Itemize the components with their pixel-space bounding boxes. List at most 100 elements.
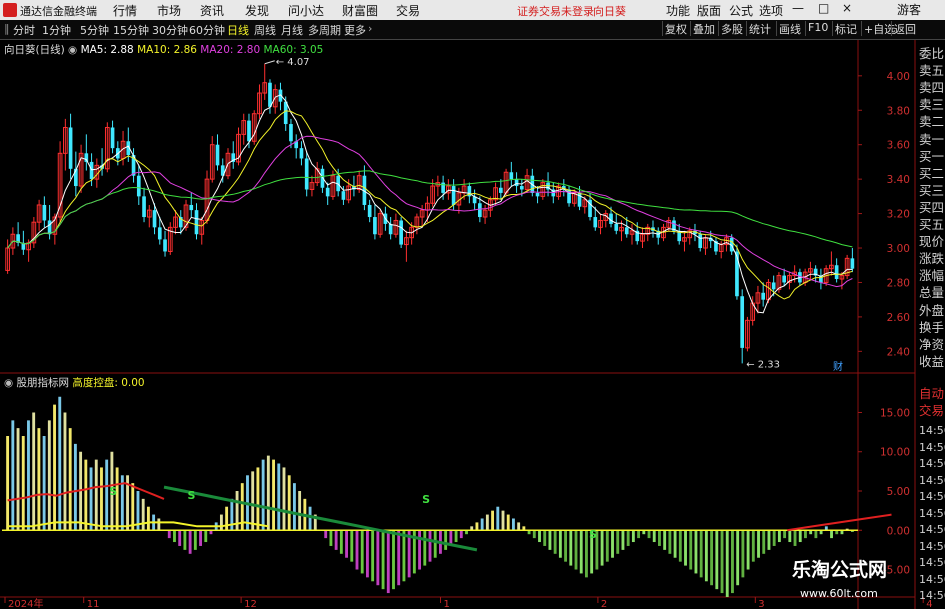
candle-body (157, 227, 162, 240)
quote-label: 卖二 (919, 114, 945, 130)
period-15min[interactable]: 15分钟 (113, 22, 149, 38)
quote-label: 卖一 (919, 131, 945, 147)
close-icon[interactable]: × (842, 1, 852, 15)
trade-time: 14:56 (919, 556, 945, 569)
time-tick-label: 11 (87, 599, 100, 609)
quote-label: 涨幅 (919, 268, 945, 284)
app-title: 通达信金融终端 (20, 5, 97, 18)
menu-item-layout[interactable]: 版面 (697, 2, 721, 19)
candle-body (289, 124, 293, 142)
trade-time: 14:56 (919, 539, 945, 553)
period-multi[interactable]: 多周期 (308, 22, 341, 38)
candle-body (519, 186, 524, 190)
quote-label: 买四 (919, 199, 945, 215)
signal-marker: S (589, 528, 597, 541)
period-60min[interactable]: 60分钟 (189, 22, 225, 38)
quote-label: 买一 (919, 148, 945, 164)
candle-body (152, 210, 157, 228)
guest-label[interactable]: 游客 (897, 1, 921, 18)
candle-body (478, 203, 482, 218)
more-arrow-icon[interactable]: › (368, 22, 372, 35)
candle-body (441, 182, 445, 193)
quote-label: 卖四 (919, 80, 945, 96)
ma5-line (7, 94, 853, 314)
watermark-title: 乐淘公式网 (792, 559, 888, 581)
candle-body (110, 127, 115, 149)
candle-body (399, 220, 403, 245)
price-tick-label: 2.80 (887, 277, 910, 289)
quote-label: 买二 (919, 165, 945, 181)
candle-body (514, 179, 519, 187)
candle-body (189, 204, 194, 211)
maximize-icon[interactable]: □ (818, 1, 829, 15)
candle-body (498, 187, 503, 193)
candle-body (142, 196, 146, 218)
trade-head-label[interactable]: 自动 (919, 385, 945, 402)
candle-body (367, 204, 372, 218)
quote-label: 净资 (919, 336, 945, 352)
cai-marker: 财 (833, 360, 843, 373)
high-pointer (264, 60, 275, 65)
candle-body (451, 186, 456, 205)
time-tick-label: 1 (443, 599, 449, 609)
period-weekly[interactable]: 周线 (254, 22, 276, 38)
period-more[interactable]: 更多 (344, 22, 366, 38)
menu-item-wealth-circle[interactable]: 财富圈 (342, 2, 378, 19)
price-tick-label: 3.60 (887, 140, 910, 152)
multi-stock-button[interactable]: 多股 (718, 21, 745, 36)
candle-body (535, 192, 540, 197)
trade-time: 14:56 (919, 506, 945, 520)
low-label: ← 2.33 (746, 359, 780, 370)
period-monthly[interactable]: 月线 (281, 22, 303, 38)
minimize-icon[interactable]: — (792, 1, 804, 15)
period-1min[interactable]: 1分钟 (42, 22, 71, 38)
login-notice: 证券交易未登录 (517, 5, 594, 18)
candle-body (698, 234, 703, 249)
f10-button[interactable]: F10 (805, 21, 830, 36)
candle-body (89, 161, 94, 180)
period-5min[interactable]: 5分钟 (80, 22, 109, 38)
back-button[interactable]: 返回 (891, 21, 918, 36)
candle-body (782, 275, 787, 283)
indicator-tick-label: 15.00 (880, 407, 910, 419)
menu-item-discover[interactable]: 发现 (245, 2, 269, 19)
stats-button[interactable]: 统计 (746, 21, 773, 36)
toolbar-grip-icon: ‖ (4, 22, 10, 35)
quote-label: 收益 (919, 353, 945, 369)
menu-item-market[interactable]: 市场 (157, 2, 181, 19)
trade-time: 14:56 (919, 523, 945, 536)
candle-body (163, 239, 167, 252)
app-logo-icon (3, 3, 17, 17)
menu-item-formula[interactable]: 公式 (729, 2, 753, 19)
stock-title: 向日葵 (593, 5, 626, 18)
candle-body (194, 210, 199, 235)
menu-item-news[interactable]: 资讯 (200, 2, 224, 19)
trade-time: 14:56 (919, 424, 945, 437)
period-daily[interactable]: 日线 (227, 22, 249, 38)
high-label: ← 4.07 (276, 57, 310, 68)
candle-body (388, 223, 393, 235)
price-tick-label: 2.60 (887, 312, 910, 324)
quote-label: 买三 (919, 182, 945, 198)
candle-body (834, 265, 839, 280)
menu-item-ask[interactable]: 问小达 (288, 2, 324, 19)
draw-button[interactable]: 画线 (776, 21, 803, 36)
menu-item-trade[interactable]: 交易 (396, 2, 420, 19)
menu-item-functions[interactable]: 功能 (666, 2, 690, 19)
trade-time: 14:56 (919, 440, 945, 454)
menu-item-quotes[interactable]: 行情 (113, 2, 137, 19)
candle-body (325, 187, 330, 197)
indicator-tick-label: 0.00 (887, 525, 910, 537)
period-intraday[interactable]: 分时 (13, 22, 35, 38)
trade-head-label[interactable]: 交易 (919, 402, 945, 419)
overlay-button[interactable]: 叠加 (690, 21, 717, 36)
candle-body (68, 127, 73, 169)
period-30min[interactable]: 30分钟 (152, 22, 188, 38)
price-tick-label: 3.80 (887, 105, 910, 117)
mark-button[interactable]: 标记 (832, 21, 859, 36)
candle-body (247, 120, 251, 142)
menu-item-options[interactable]: 选项 (759, 2, 783, 19)
chart-area[interactable]: ← 4.07 ← 2.33 财 4.00 3.80 3.60 3.40 3.20 3.00 2.… (0, 40, 945, 609)
adjust-button[interactable]: 复权 (662, 21, 689, 36)
quote-label: 卖五 (919, 63, 945, 79)
